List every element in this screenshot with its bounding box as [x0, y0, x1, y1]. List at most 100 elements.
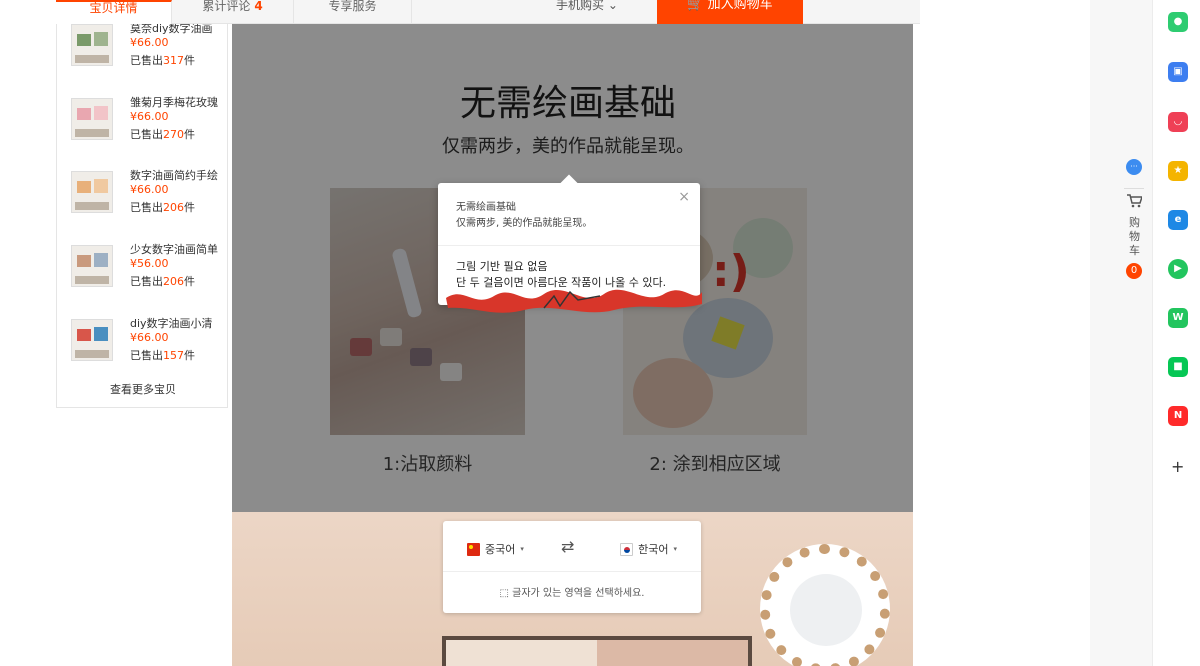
product-name: 雏菊月季梅花玫瑰 [130, 96, 218, 109]
add-icon[interactable]: + [1171, 457, 1184, 476]
now-icon-glyph: N [1173, 410, 1183, 421]
target-language-label: 한국어 [638, 543, 669, 556]
webtoon-icon[interactable]: W [1168, 308, 1188, 328]
product-item[interactable]: 雏菊月季梅花玫瑰 ¥66.00 已售出270件 [71, 94, 229, 154]
chevron-down-icon: ⌄ [607, 0, 618, 12]
thumb-painting [94, 179, 108, 193]
sold-count: 157 [163, 349, 184, 362]
sold-suffix: 件 [184, 201, 195, 214]
source-language-dropdown[interactable]: 중국어 ▾ [467, 541, 524, 557]
thumb-furniture [75, 276, 109, 284]
edge-icon-glyph: e [1174, 214, 1182, 225]
translated-line: 그림 기반 필요 없음 [456, 260, 548, 273]
cart-label[interactable]: 购物车 [1129, 216, 1141, 258]
shopping-cart-icon[interactable] [1126, 194, 1142, 208]
tab-service[interactable]: 专享服务 [294, 0, 412, 24]
pocket-icon[interactable]: ◡ [1168, 112, 1188, 132]
product-item[interactable]: diy数字油画小清 ¥66.00 已售出157件 [71, 315, 229, 375]
source-line: 仅需两步, 美的作品就能呈现。 [456, 218, 593, 229]
product-sold: 已售出270件 [130, 126, 195, 142]
line-icon-glyph: ■ [1173, 361, 1183, 372]
target-language-dropdown[interactable]: 한국어 ▾ [620, 541, 677, 557]
painting-canvas [597, 640, 748, 666]
close-icon[interactable]: × [678, 189, 690, 205]
product-sold: 已售出157件 [130, 347, 195, 363]
reviews-count: 4 [254, 0, 263, 13]
sold-count: 317 [163, 54, 184, 67]
product-price: ¥56.00 [130, 257, 169, 270]
chat-bubble-icon[interactable]: ··· [1126, 159, 1142, 175]
sold-suffix: 件 [184, 128, 195, 141]
thumb-painting [77, 181, 91, 193]
popup-divider [438, 245, 700, 246]
sold-prefix: 已售出 [130, 201, 163, 214]
korea-flag-icon [620, 542, 634, 556]
play-icon-glyph: ▶ [1174, 263, 1182, 274]
product-item[interactable]: 莫奈diy数字油画 ¥66.00 已售出317件 [71, 20, 229, 80]
product-item[interactable]: 少女数字油画简单 ¥56.00 已售出206件 [71, 241, 229, 301]
product-item[interactable]: 数字油画简约手绘 ¥66.00 已售出206件 [71, 167, 229, 227]
product-price: ¥66.00 [130, 331, 169, 344]
browser-side-toolbar: ● ▣ ◡ ★ e ▶ W ■ N + [1152, 0, 1200, 666]
cart-rail: ··· 购物车 0 [1122, 150, 1146, 290]
area-select-icon: ⬚ [499, 588, 509, 599]
toolbox-icon[interactable]: ▣ [1168, 62, 1188, 82]
sold-suffix: 件 [184, 54, 195, 67]
cart-icon: 🛒 [687, 0, 704, 12]
source-language-label: 중국어 [485, 543, 516, 556]
detail-tabbar: 宝贝详情 累计评论 4 专享服务 手机购买 ⌄ 🛒 加入购物车 [56, 0, 920, 24]
tab-reviews[interactable]: 累计评论 4 [172, 0, 294, 24]
product-price: ¥66.00 [130, 110, 169, 123]
mobile-buy-label: 手机购买 [556, 0, 605, 12]
red-scribble-underline [446, 289, 702, 313]
sold-count: 206 [163, 275, 184, 288]
star-icon-glyph: ★ [1173, 165, 1183, 176]
language-selector: 중국어 ▾ ⇄ 한국어 ▾ ⬚ 글자가 있는 영역을 선택하세요. [443, 521, 701, 613]
thumb-furniture [75, 202, 109, 210]
see-more-link[interactable]: 查看更多宝贝 [57, 381, 229, 397]
thumb-painting [94, 106, 108, 120]
mirror-glass [790, 574, 862, 646]
select-area-hint-text: 글자가 있는 영역을 선택하세요. [512, 588, 645, 599]
product-name: 少女数字油画简单 [130, 243, 218, 256]
sold-count: 270 [163, 128, 184, 141]
tab-detail[interactable]: 宝贝详情 [56, 0, 172, 24]
product-thumbnail [71, 171, 113, 213]
right-margin [1090, 0, 1152, 666]
cart-count-badge: 0 [1126, 263, 1142, 279]
chat-icon-glyph: ● [1173, 16, 1183, 27]
thumb-furniture [75, 129, 109, 137]
thumb-painting [94, 253, 108, 267]
related-products-panel: 莫奈diy数字油画 ¥66.00 已售出317件 雏菊月季梅花玫瑰 ¥66.00… [56, 0, 228, 408]
line-icon[interactable]: ■ [1168, 357, 1188, 377]
add-to-cart-button[interactable]: 🛒 加入购物车 [657, 0, 803, 24]
toolbox-icon-glyph: ▣ [1173, 66, 1183, 77]
china-flag-icon [467, 542, 480, 556]
pocket-icon-glyph: ◡ [1174, 116, 1182, 127]
star-icon[interactable]: ★ [1168, 161, 1188, 181]
thumb-painting [77, 255, 91, 267]
tab-service-label: 专享服务 [328, 0, 377, 13]
thumb-painting [77, 108, 91, 120]
play-icon[interactable]: ▶ [1168, 259, 1188, 279]
add-to-cart-label: 加入购物车 [707, 0, 773, 12]
product-price: ¥66.00 [130, 183, 169, 196]
product-thumbnail [71, 319, 113, 361]
chevron-down-icon: ▾ [520, 545, 524, 553]
thumb-painting [94, 327, 108, 341]
edge-icon[interactable]: e [1168, 210, 1188, 230]
product-sold: 已售出206件 [130, 273, 195, 289]
product-name: 数字油画简约手绘 [130, 169, 218, 182]
product-sold: 已售出317件 [130, 52, 195, 68]
sold-prefix: 已售出 [130, 128, 163, 141]
source-line: 无需绘画基础 [456, 202, 516, 213]
now-icon[interactable]: N [1168, 406, 1188, 426]
langbar-divider [443, 571, 701, 572]
swap-languages-icon[interactable]: ⇄ [561, 537, 574, 556]
painting-frame [442, 636, 752, 666]
chat-icon[interactable]: ● [1168, 12, 1188, 32]
thumb-furniture [75, 350, 109, 358]
product-sold: 已售出206件 [130, 199, 195, 215]
mobile-buy-button[interactable]: 手机购买 ⌄ [556, 0, 618, 12]
sold-suffix: 件 [184, 275, 195, 288]
